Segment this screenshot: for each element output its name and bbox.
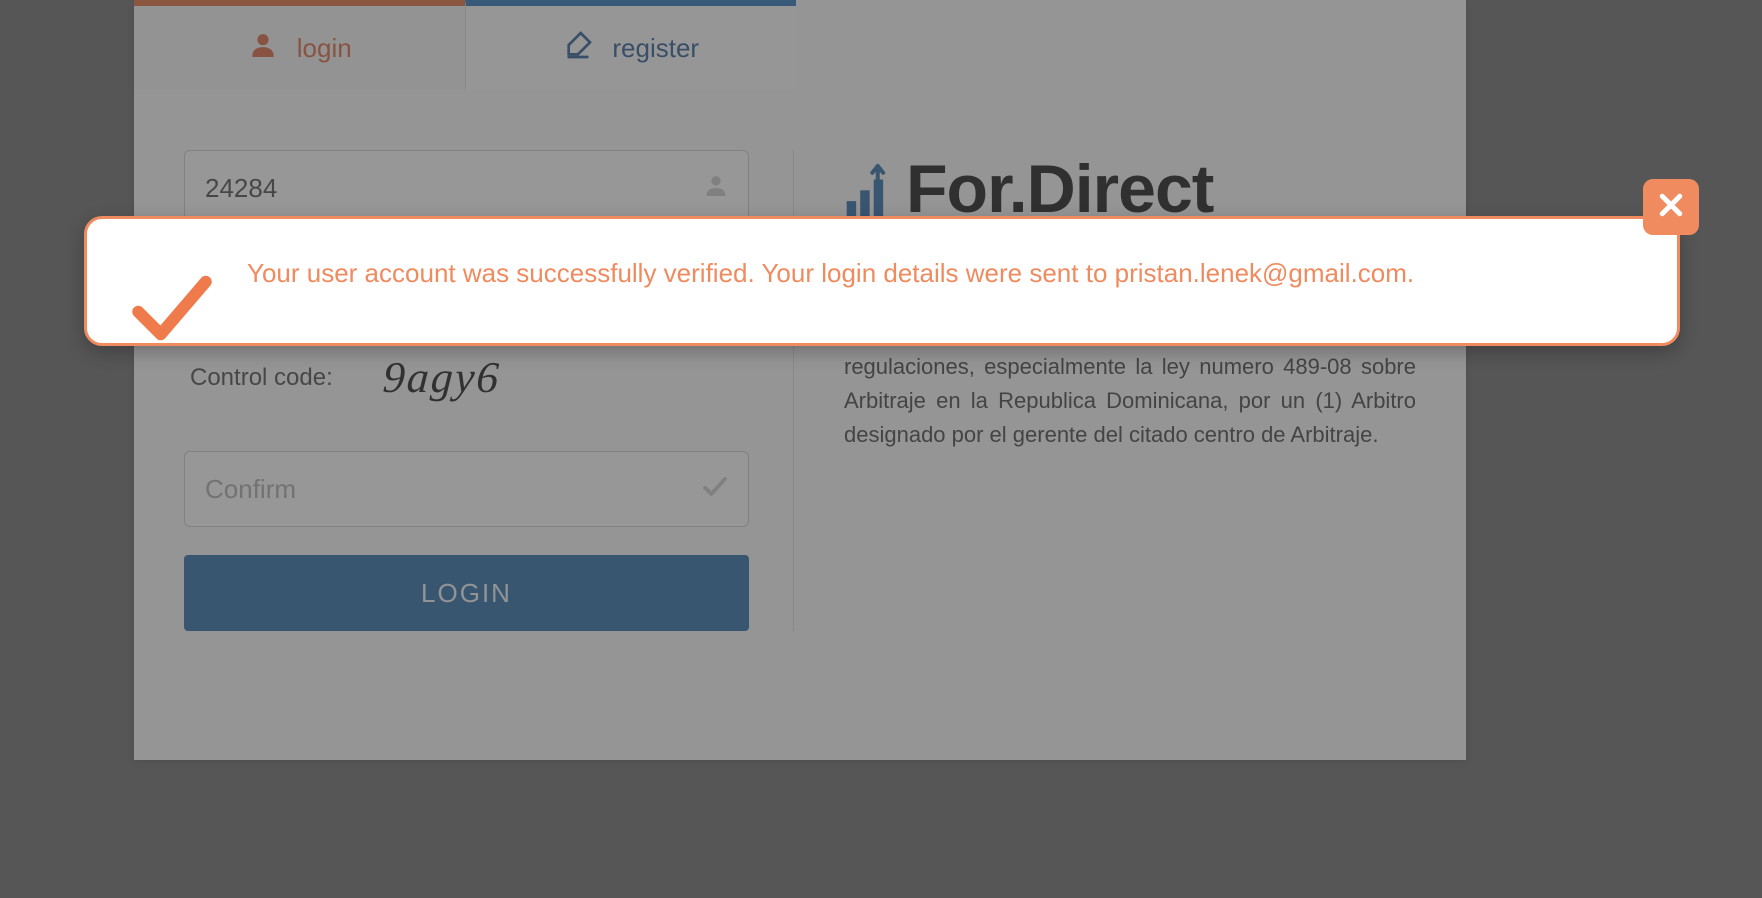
notice-message: Your user account was successfully verif… <box>247 255 1637 293</box>
close-button[interactable] <box>1643 179 1699 235</box>
verification-notice: Your user account was successfully verif… <box>84 216 1680 346</box>
modal-overlay[interactable] <box>0 0 1762 898</box>
close-icon <box>1656 190 1686 225</box>
success-check-icon <box>127 263 217 358</box>
